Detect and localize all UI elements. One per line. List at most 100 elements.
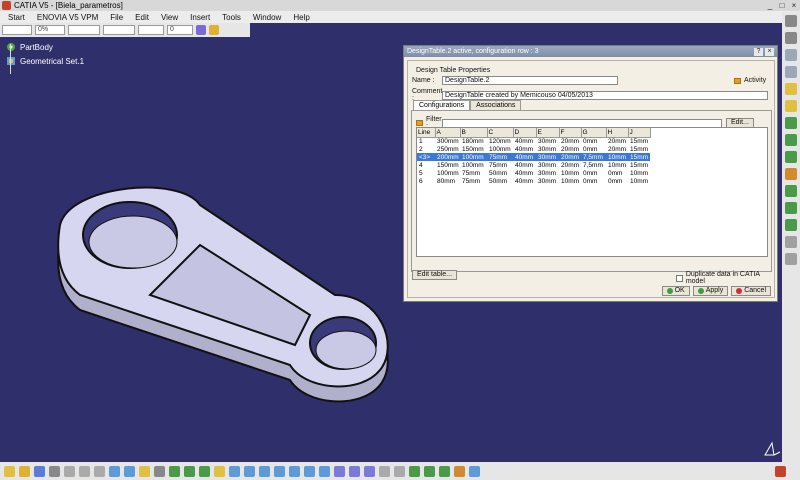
- mirror-icon[interactable]: [785, 236, 797, 248]
- apply-material-icon[interactable]: [424, 465, 435, 477]
- knowledge-icon[interactable]: [169, 465, 180, 477]
- menu-tools[interactable]: Tools: [216, 13, 247, 22]
- chamfer-icon[interactable]: [785, 185, 797, 197]
- cut-icon[interactable]: [64, 465, 75, 477]
- paste-icon[interactable]: [94, 465, 105, 477]
- print-icon[interactable]: [49, 465, 60, 477]
- select-mode-icon[interactable]: [785, 32, 797, 44]
- groove-icon[interactable]: [785, 151, 797, 163]
- table-row[interactable]: 6 80mm 75mm 50mm 40mm 30mm 10mm 0mm 0mm 10mm: [417, 177, 650, 185]
- maximize-button[interactable]: □: [776, 1, 788, 11]
- axis-system-icon[interactable]: [469, 465, 480, 477]
- column-header[interactable]: A: [435, 128, 461, 138]
- table-row[interactable]: 2 250mm 150mm 100mm 40mm 30mm 20mm 0mm 20mm 15mm: [417, 145, 650, 153]
- column-header[interactable]: G: [581, 128, 607, 138]
- apply-button[interactable]: Apply: [692, 286, 729, 296]
- tree-item-geometrical-set[interactable]: Geometrical Set.1: [6, 54, 84, 68]
- shading-icon[interactable]: [364, 465, 375, 477]
- shell-icon[interactable]: [785, 219, 797, 231]
- table-row[interactable]: 4 150mm 100mm 75mm 40mm 30mm 20mm 7,5mm 10mm 15mm: [417, 161, 650, 169]
- menu-view[interactable]: View: [155, 13, 184, 22]
- table-row[interactable]: 1 300mm 180mm 120mm 40mm 30mm 20mm 0mm 20mm 15mm: [417, 137, 650, 145]
- fly-mode-icon[interactable]: [229, 465, 240, 477]
- rotate-view-icon[interactable]: [785, 66, 797, 78]
- layer-combo[interactable]: 0: [167, 25, 193, 35]
- duplicate-checkbox[interactable]: [676, 274, 683, 282]
- line-type-combo[interactable]: [68, 25, 100, 35]
- zoom-out-icon[interactable]: [304, 465, 315, 477]
- update-icon[interactable]: [439, 465, 450, 477]
- formula-icon[interactable]: [154, 465, 165, 477]
- column-header[interactable]: Line: [417, 128, 436, 138]
- zoom-in-icon[interactable]: [289, 465, 300, 477]
- redo-icon[interactable]: [124, 465, 135, 477]
- copy-icon[interactable]: [79, 465, 90, 477]
- painter-icon[interactable]: [196, 25, 206, 35]
- pad-icon[interactable]: [785, 83, 797, 95]
- ok-button[interactable]: OK: [661, 286, 690, 296]
- line-weight-combo[interactable]: [103, 25, 135, 35]
- tab-associations[interactable]: Associations: [470, 100, 522, 110]
- transparency-combo[interactable]: 0%: [35, 25, 65, 35]
- comment-field[interactable]: DesignTable created by Memicouso 04/05/2…: [442, 90, 768, 100]
- pan-icon[interactable]: [259, 465, 270, 477]
- iso-view-icon[interactable]: [349, 465, 360, 477]
- hole-icon[interactable]: [785, 117, 797, 129]
- column-header[interactable]: F: [559, 128, 582, 138]
- multi-view-icon[interactable]: [334, 465, 345, 477]
- minimize-button[interactable]: _: [764, 1, 776, 11]
- check-icon[interactable]: [199, 465, 210, 477]
- tree-item-partbody[interactable]: PartBody: [6, 40, 84, 54]
- sketcher-icon[interactable]: [454, 465, 465, 477]
- select-arrow-icon[interactable]: [785, 15, 797, 27]
- undo-icon[interactable]: [109, 465, 120, 477]
- edit-table-button[interactable]: Edit table...: [412, 270, 458, 280]
- pattern-icon[interactable]: [785, 253, 797, 265]
- pocket-icon[interactable]: [785, 100, 797, 112]
- properties-icon[interactable]: [209, 25, 219, 35]
- sketch-icon[interactable]: [785, 49, 797, 61]
- normal-view-icon[interactable]: [319, 465, 330, 477]
- help-button[interactable]: ?: [754, 47, 763, 56]
- column-header[interactable]: C: [487, 128, 514, 138]
- activity-checkbox[interactable]: [734, 77, 741, 84]
- shaft-icon[interactable]: [785, 134, 797, 146]
- tab-configurations[interactable]: Configurations: [413, 100, 471, 110]
- point-symbol-combo[interactable]: [138, 25, 164, 35]
- menu-help[interactable]: Help: [287, 13, 315, 22]
- close-button[interactable]: ×: [788, 1, 800, 11]
- color-combo[interactable]: [2, 25, 32, 35]
- dialog-close-button[interactable]: ×: [765, 47, 774, 56]
- column-header[interactable]: D: [513, 128, 537, 138]
- table-row[interactable]: <3> 200mm 100mm 75mm 40mm 30mm 20mm 7,5mm 10mm 15…: [417, 153, 650, 161]
- draft-icon[interactable]: [785, 202, 797, 214]
- menu-insert[interactable]: Insert: [184, 13, 216, 22]
- connecting-rod-part[interactable]: [50, 180, 400, 410]
- column-header[interactable]: H: [606, 128, 629, 138]
- new-icon[interactable]: [4, 465, 15, 477]
- name-field[interactable]: DesignTable.2: [442, 76, 618, 85]
- rule-icon[interactable]: [184, 465, 195, 477]
- fit-all-icon[interactable]: [244, 465, 255, 477]
- macro-icon[interactable]: [214, 465, 225, 477]
- swap-space-icon[interactable]: [394, 465, 405, 477]
- table-cell: 75mm: [487, 153, 513, 161]
- menu-enovia[interactable]: ENOVIA V5 VPM: [31, 13, 104, 22]
- whats-this-icon[interactable]: [139, 465, 150, 477]
- menu-edit[interactable]: Edit: [129, 13, 155, 22]
- table-row[interactable]: 5 100mm 75mm 50mm 40mm 30mm 10mm 0mm 0mm 10mm: [417, 169, 650, 177]
- column-header[interactable]: E: [536, 128, 560, 138]
- rotate-icon[interactable]: [274, 465, 285, 477]
- menu-start[interactable]: Start: [2, 13, 31, 22]
- menu-window[interactable]: Window: [247, 13, 287, 22]
- fillet-icon[interactable]: [785, 168, 797, 180]
- measure-icon[interactable]: [409, 465, 420, 477]
- save-icon[interactable]: [34, 465, 45, 477]
- compass-icon[interactable]: [762, 440, 782, 458]
- menu-file[interactable]: File: [104, 13, 129, 22]
- column-header[interactable]: B: [460, 128, 488, 138]
- cancel-button[interactable]: Cancel: [731, 286, 771, 296]
- open-icon[interactable]: [19, 465, 30, 477]
- column-header[interactable]: J: [628, 128, 651, 138]
- hide-show-icon[interactable]: [379, 465, 390, 477]
